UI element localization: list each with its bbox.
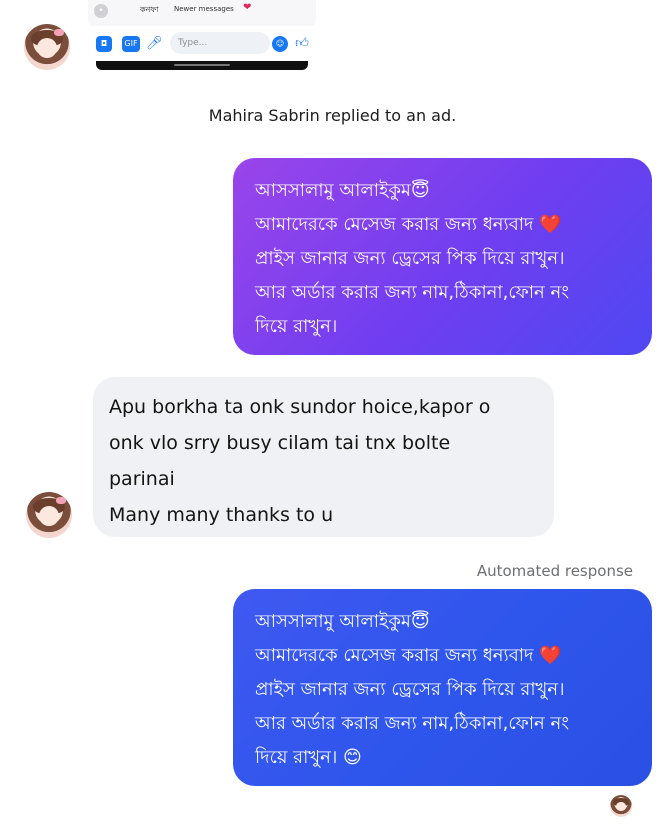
message-line: আমাদেরকে মেসেজ করার জন্য ধন্যবাদ ❤️ — [255, 214, 562, 235]
message-line: প্রাইস জানার জন্য ড্রেসের পিক দিয়ে রাখু… — [255, 248, 565, 269]
message-line: আসসালামু আলাইকুম😇 — [255, 180, 430, 201]
incoming-message[interactable]: Apu borkha ta onk sundor hoice,kapor o o… — [93, 377, 554, 537]
message-line: Apu borkha ta onk sundor hoice,kapor o — [109, 396, 491, 418]
automated-response-label: Automated response — [476, 562, 633, 580]
message-line: আর অর্ডার করার জন্য নাম,ঠিকানা,ফোন নং — [255, 713, 570, 734]
gif-icon: GIF — [122, 36, 140, 52]
avatar-face — [36, 37, 58, 59]
message-line: Many many thanks to u — [109, 504, 334, 526]
avatar-bow — [54, 28, 65, 36]
newer-messages-label: Newer messages — [174, 5, 234, 13]
contact-avatar-top[interactable] — [24, 24, 70, 70]
message-line: onk vlo srry busy cilam tai tnx bolte — [109, 432, 451, 454]
like-icon: 👍︎ — [295, 36, 309, 51]
back-dot-icon: • — [94, 4, 108, 18]
heart-icon: ❤ — [243, 2, 252, 13]
message-line: আমাদেরকে মেসেজ করার জন্য ধন্যবাদ ❤️ — [255, 645, 562, 666]
shared-name: কনফা — [140, 5, 159, 14]
message-line: প্রাইস জানার জন্য ড্রেসের পিক দিয়ে রাখু… — [255, 679, 565, 700]
shared-header: • কনফা Newer messages ❤ — [88, 0, 316, 26]
outgoing-message-2[interactable]: আসসালামু আলাইকুম😇 আমাদেরকে মেসেজ করার জন… — [233, 589, 652, 786]
shared-screenshot[interactable]: • কনফা Newer messages ❤ ◘ GIF 🎤︎ Type...… — [88, 0, 316, 70]
message-line: আসসালামু আলাইকুম😇 — [255, 611, 430, 632]
avatar-face — [616, 801, 626, 812]
emoji-icon: ☺ — [272, 36, 288, 52]
message-line: দিয়ে রাখুন। — [255, 316, 338, 337]
avatar-face — [38, 505, 60, 527]
home-indicator — [174, 64, 230, 66]
message-line: আর অর্ডার করার জন্য নাম,ঠিকানা,ফোন নং — [255, 282, 570, 303]
seen-avatar — [610, 795, 632, 817]
camera-icon: ◘ — [96, 36, 112, 52]
message-line: parinai — [109, 468, 175, 490]
ad-reply-note: Mahira Sabrin replied to an ad. — [208, 106, 457, 125]
message-line: দিয়ে রাখুন। 😊 — [255, 747, 362, 768]
phone-bottom-bar — [96, 61, 308, 70]
composer-bar: ◘ GIF 🎤︎ Type... ☺ 👍︎ — [88, 27, 316, 63]
mic-icon: 🎤︎ — [146, 36, 163, 51]
avatar-bow — [56, 496, 67, 504]
type-field: Type... — [170, 32, 270, 54]
contact-avatar[interactable] — [26, 492, 72, 538]
outgoing-message-1[interactable]: আসসালামু আলাইকুম😇 আমাদেরকে মেসেজ করার জন… — [233, 158, 652, 355]
